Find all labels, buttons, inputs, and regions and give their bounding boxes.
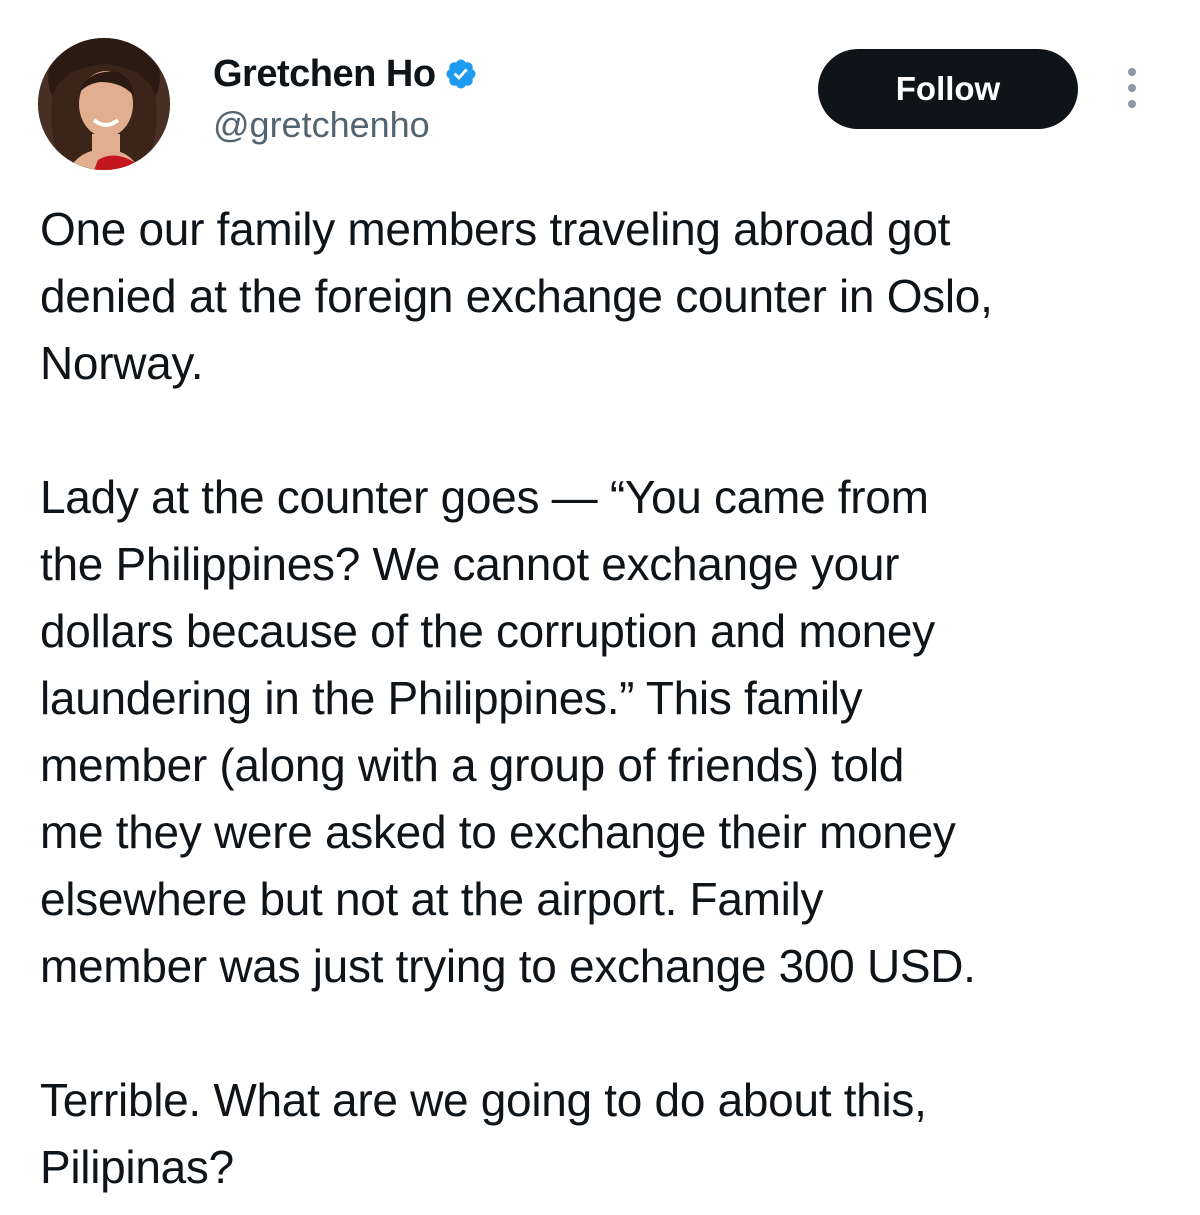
more-vertical-icon[interactable] (1118, 64, 1146, 112)
text-line: Norway. (40, 337, 204, 389)
tweet-card: Gretchen Ho @gretchenho Follow One our f… (0, 0, 1200, 1215)
avatar[interactable] (38, 38, 170, 170)
profile-photo-icon (38, 38, 170, 170)
tweet-paragraph: Terrible. What are we going to do about … (40, 1067, 1170, 1201)
tweet-header: Gretchen Ho @gretchenho Follow (0, 0, 1200, 190)
name-row: Gretchen Ho (213, 50, 478, 98)
tweet-paragraph: Lady at the counter goes — “You came fro… (40, 464, 1170, 1000)
text-line: Lady at the counter goes — “You came fro… (40, 471, 929, 523)
user-handle[interactable]: @gretchenho (213, 104, 478, 146)
text-line: the Philippines? We cannot exchange your (40, 538, 900, 590)
display-name[interactable]: Gretchen Ho (213, 53, 436, 96)
user-info: Gretchen Ho @gretchenho (213, 50, 478, 146)
tweet-text: One our family members traveling abroad … (40, 196, 1170, 1201)
text-line: denied at the foreign exchange counter i… (40, 270, 993, 322)
text-line: Pilipinas? (40, 1141, 234, 1193)
text-line: One our family members traveling abroad … (40, 203, 951, 255)
verified-badge-icon[interactable] (444, 57, 478, 91)
text-line: elsewhere but not at the airport. Family (40, 873, 824, 925)
follow-button[interactable]: Follow (818, 49, 1078, 129)
text-line: Terrible. What are we going to do about … (40, 1074, 927, 1126)
tweet-paragraph: One our family members traveling abroad … (40, 196, 1170, 397)
text-line: dollars because of the corruption and mo… (40, 605, 935, 657)
text-line: member (along with a group of friends) t… (40, 739, 905, 791)
text-line: me they were asked to exchange their mon… (40, 806, 956, 858)
text-line: laundering in the Philippines.” This fam… (40, 672, 863, 724)
text-line: member was just trying to exchange 300 U… (40, 940, 976, 992)
